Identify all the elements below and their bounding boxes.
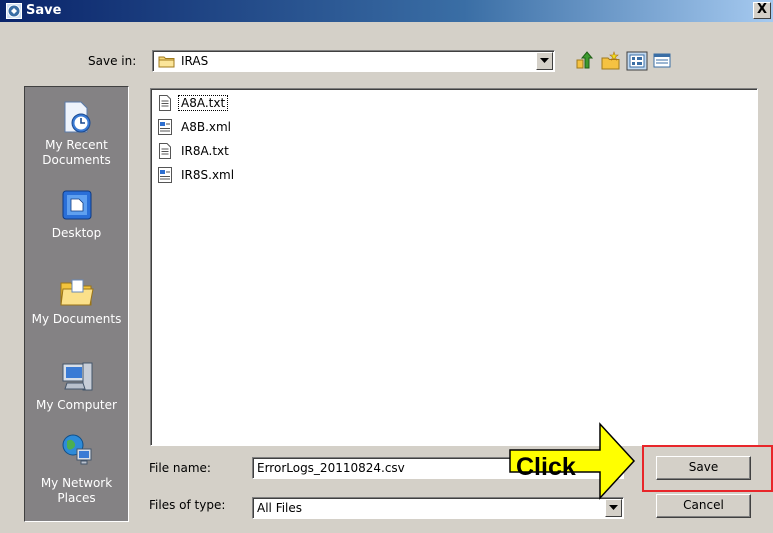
places-item-label: My Computer <box>36 398 117 412</box>
places-item-network-places[interactable]: My Network Places <box>25 433 128 506</box>
xml-file-icon <box>158 119 172 135</box>
save-in-value: IRAS <box>181 54 209 68</box>
places-item-recent-documents[interactable]: My Recent Documents <box>25 99 128 168</box>
file-type-label: Files of type: <box>149 498 226 512</box>
click-callout-text: Click <box>516 453 576 481</box>
file-name: IR8A.txt <box>181 144 229 158</box>
places-item-my-documents[interactable]: My Documents <box>25 273 128 327</box>
new-folder-icon[interactable] <box>600 51 622 71</box>
recent-documents-icon <box>64 101 90 133</box>
places-item-label: My Network Places <box>40 476 113 505</box>
file-list[interactable]: A8A.txt A8B.xml IR8A.txt IR8S.xml <box>150 88 758 446</box>
list-view-icon[interactable] <box>626 51 648 71</box>
save-in-dropdown-button[interactable] <box>536 52 553 70</box>
places-item-my-computer[interactable]: My Computer <box>25 359 128 413</box>
places-bar: My Recent Documents Desktop My Documents <box>24 86 129 522</box>
file-name: A8B.xml <box>181 120 232 134</box>
dialog-title: Save <box>26 3 62 18</box>
chevron-down-icon <box>540 58 549 63</box>
xml-file-icon <box>158 167 172 183</box>
file-name-label: File name: <box>149 461 211 475</box>
details-view-icon[interactable] <box>652 51 674 71</box>
save-in-label: Save in: <box>88 54 137 68</box>
cancel-button[interactable]: Cancel <box>656 494 751 518</box>
file-name: IR8S.xml <box>181 168 235 182</box>
text-file-icon <box>159 143 171 159</box>
places-item-label: My Recent Documents <box>42 138 111 167</box>
places-item-label: Desktop <box>51 226 102 240</box>
click-callout-arrow: Click <box>508 420 636 502</box>
my-computer-icon <box>62 362 92 391</box>
file-type-value: All Files <box>257 501 303 515</box>
desktop-icon <box>62 190 91 220</box>
save-dialog-icon <box>6 3 22 19</box>
network-places-icon <box>62 434 91 465</box>
places-item-desktop[interactable]: Desktop <box>25 187 128 241</box>
save-in-dropdown[interactable]: IRAS <box>152 50 555 72</box>
folder-icon <box>158 56 175 68</box>
text-file-icon <box>159 95 171 111</box>
up-folder-icon[interactable] <box>574 51 596 71</box>
close-button[interactable]: X <box>753 2 771 19</box>
places-item-label: My Documents <box>31 312 122 326</box>
chevron-down-icon <box>609 505 618 510</box>
title-bar: Save X <box>0 0 773 22</box>
file-name: A8A.txt <box>177 95 229 111</box>
save-button-highlight <box>642 445 773 492</box>
save-dialog: Save X Save in: IRAS My Recent Documents… <box>0 0 773 533</box>
close-icon: X <box>756 2 768 17</box>
my-documents-icon <box>59 279 94 306</box>
